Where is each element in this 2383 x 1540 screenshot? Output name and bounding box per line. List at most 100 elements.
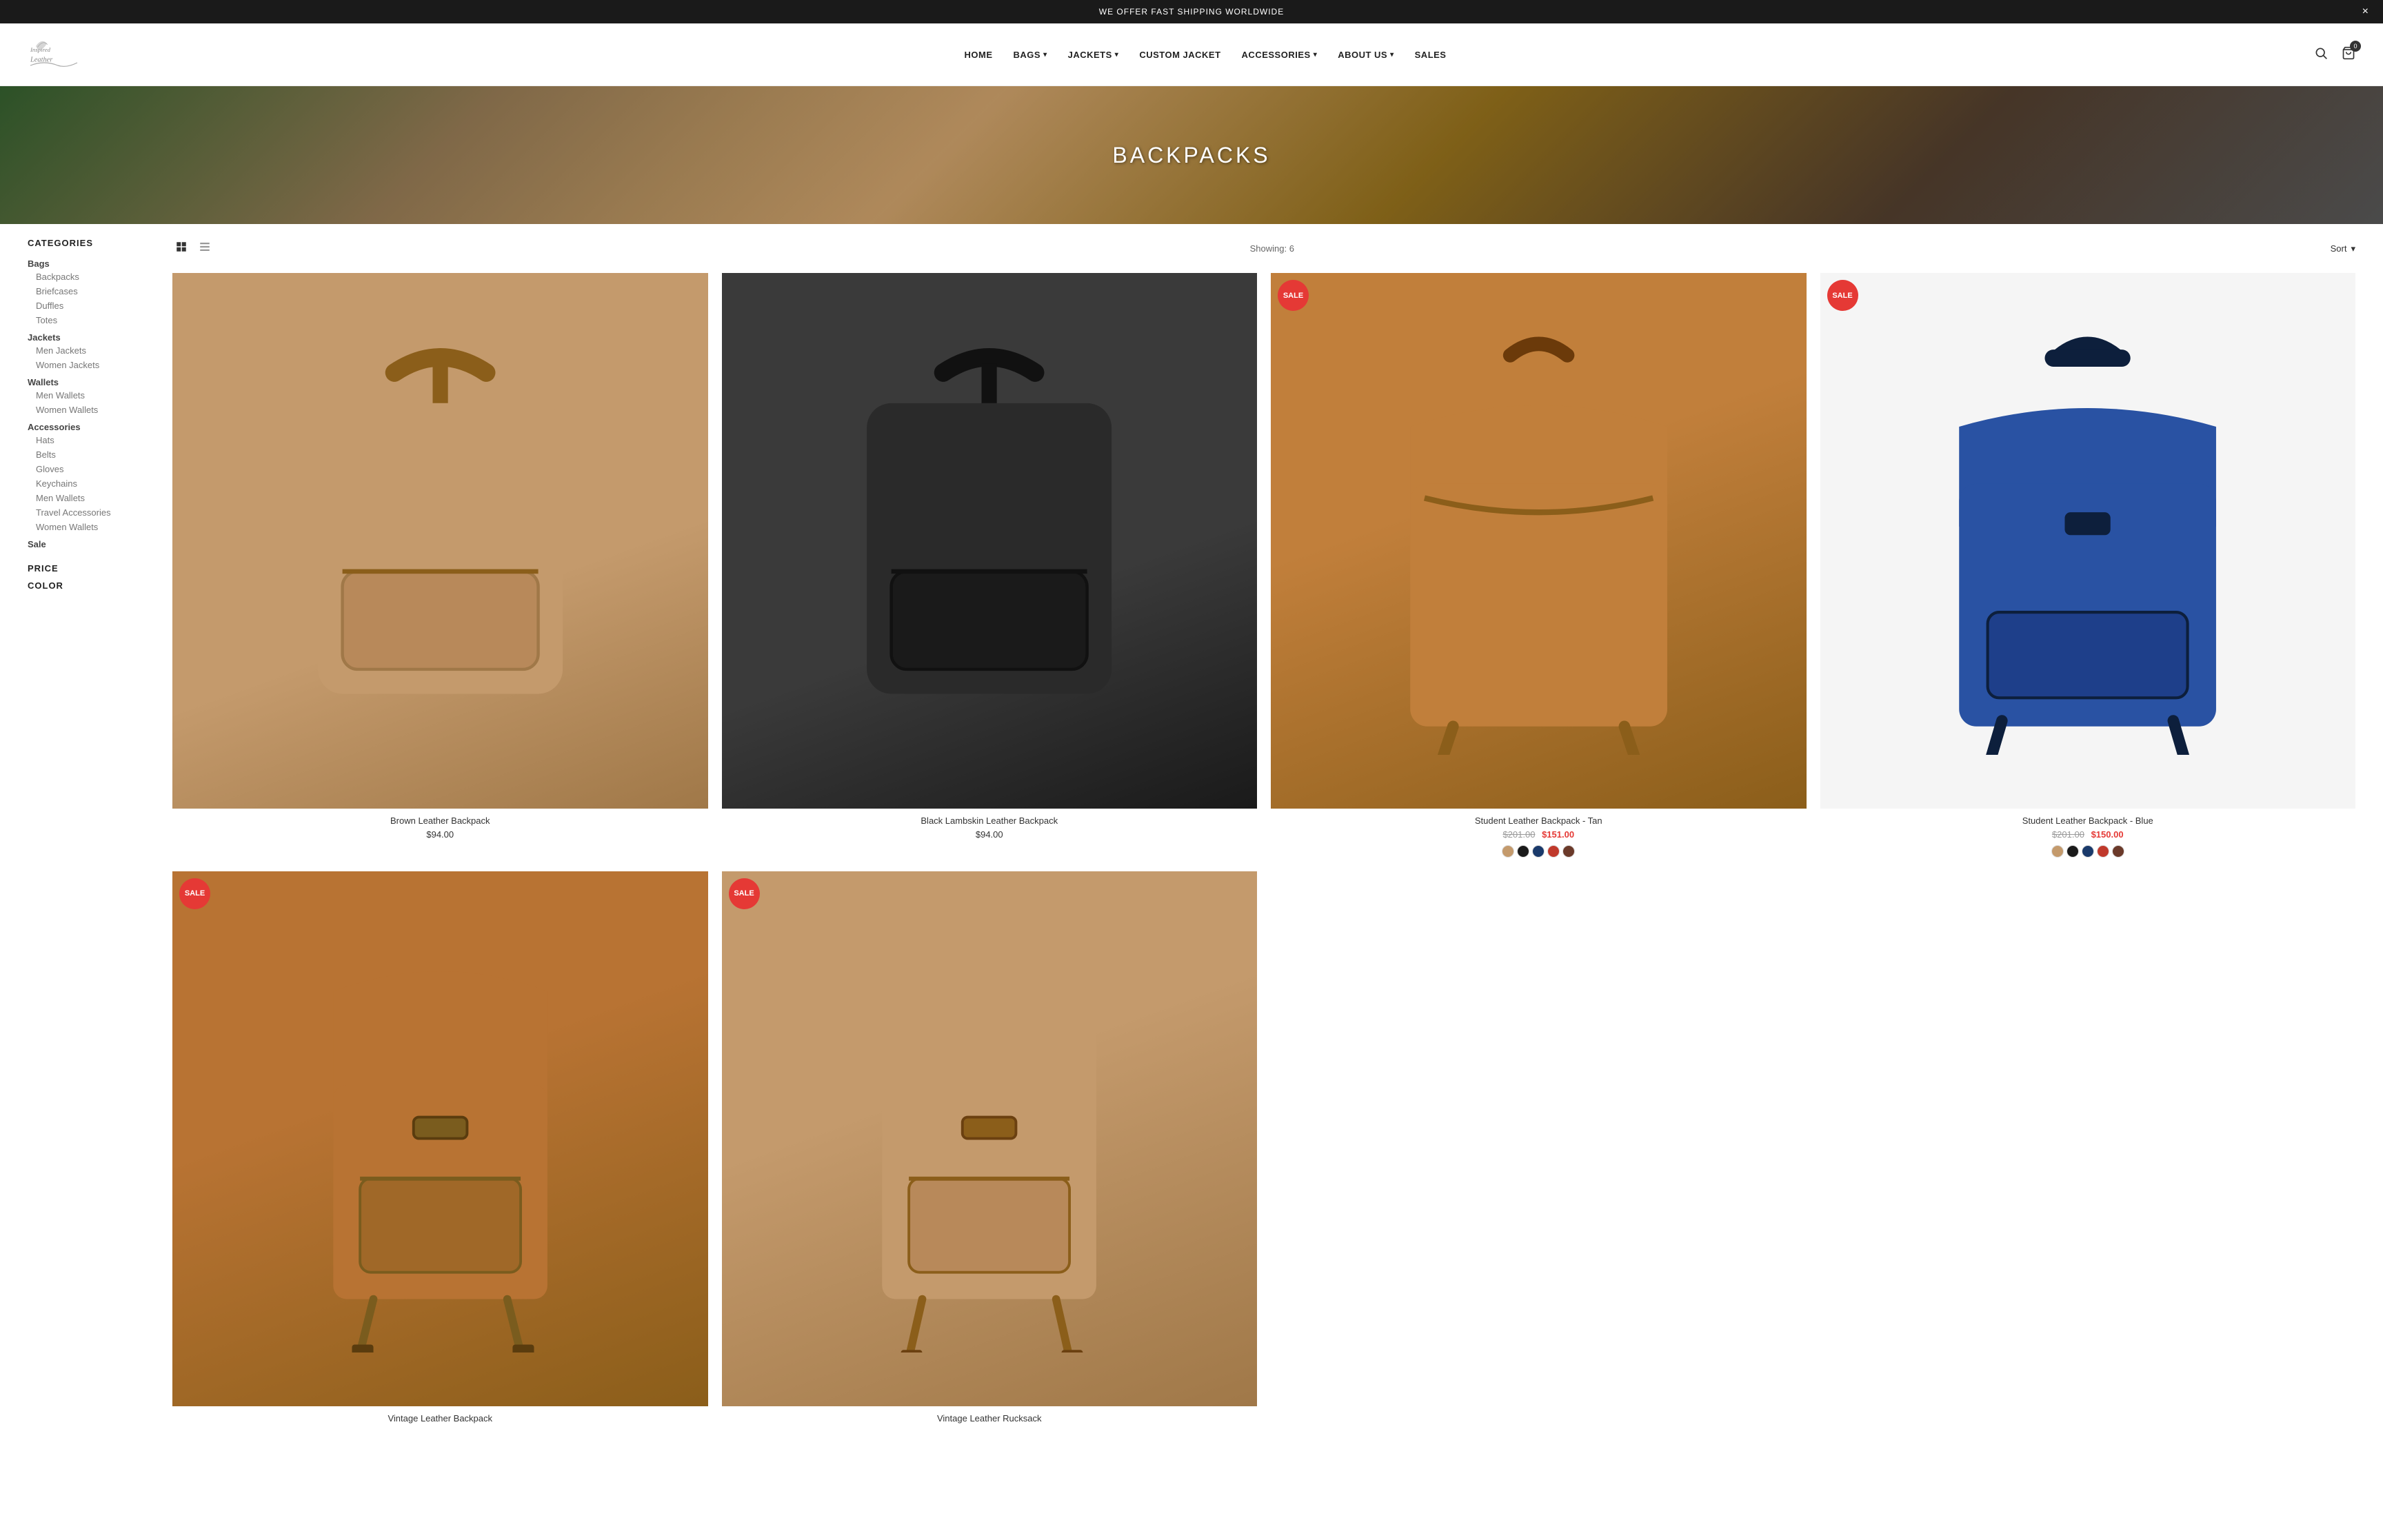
sidebar-item-women-jackets[interactable]: Women Jackets: [28, 360, 152, 370]
list-icon: [199, 241, 211, 253]
swatch-brown[interactable]: [2112, 845, 2124, 858]
nav-accessories[interactable]: ACCESSORIES ▾: [1242, 50, 1318, 60]
swatch-blue[interactable]: [1532, 845, 1545, 858]
swatch-red[interactable]: [2097, 845, 2109, 858]
product-card[interactable]: Brown Leather Backpack $94.00: [172, 273, 708, 858]
color-title: COLOR: [28, 580, 152, 591]
product-image: SALE: [722, 871, 1258, 1407]
product-card[interactable]: SALE: [1820, 273, 2356, 858]
sidebar-item-men-wallets-acc[interactable]: Men Wallets: [28, 493, 152, 503]
original-price: $201.00: [2052, 829, 2084, 840]
product-image-svg: [775, 327, 1203, 755]
accessories-chevron: ▾: [1314, 51, 1318, 59]
product-name: Vintage Leather Backpack: [172, 1413, 708, 1424]
product-card[interactable]: Black Lambskin Leather Backpack $94.00: [722, 273, 1258, 858]
main-content: CATEGORIES Bags Backpacks Briefcases Duf…: [0, 224, 2383, 1441]
categories-list: Bags Backpacks Briefcases Duffles Totes …: [28, 259, 152, 549]
sidebar-item-men-wallets[interactable]: Men Wallets: [28, 390, 152, 401]
products-grid: Brown Leather Backpack $94.00 Black Lamb…: [172, 273, 2355, 1427]
header-icons: 0: [2314, 46, 2355, 63]
sidebar-item-accessories[interactable]: Accessories: [28, 422, 152, 432]
sidebar-item-women-wallets-acc[interactable]: Women Wallets: [28, 522, 152, 532]
jackets-chevron: ▾: [1115, 51, 1119, 59]
announcement-text: WE OFFER FAST SHIPPING WORLDWIDE: [1099, 7, 1284, 17]
sidebar-item-belts[interactable]: Belts: [28, 449, 152, 460]
product-image-svg: [226, 924, 654, 1352]
sale-badge: SALE: [1278, 280, 1309, 311]
product-name: Student Leather Backpack - Blue: [1820, 815, 2356, 826]
sidebar-item-gloves[interactable]: Gloves: [28, 464, 152, 474]
product-name: Black Lambskin Leather Backpack: [722, 815, 1258, 826]
product-price: $201.00 $151.00: [1271, 829, 1807, 840]
product-card[interactable]: SALE Student Leath: [1271, 273, 1807, 858]
header: Inspired Leather HOME BAGS ▾ JACKETS ▾ C…: [0, 23, 2383, 86]
product-price: $201.00 $150.00: [1820, 829, 2356, 840]
sidebar-item-travel-accessories[interactable]: Travel Accessories: [28, 507, 152, 518]
price-title: PRICE: [28, 563, 152, 574]
color-swatches: [1820, 845, 2356, 858]
sidebar-item-backpacks[interactable]: Backpacks: [28, 272, 152, 282]
sidebar-item-briefcases[interactable]: Briefcases: [28, 286, 152, 296]
sidebar-item-men-jackets[interactable]: Men Jackets: [28, 345, 152, 356]
swatch-black[interactable]: [1517, 845, 1529, 858]
search-icon: [2314, 46, 2328, 60]
product-price: $94.00: [172, 829, 708, 840]
product-image: [722, 273, 1258, 809]
sale-badge: SALE: [729, 878, 760, 909]
sort-chevron: ▾: [2351, 243, 2355, 254]
swatch-blue[interactable]: [2082, 845, 2094, 858]
sidebar-item-totes[interactable]: Totes: [28, 315, 152, 325]
sale-price: $150.00: [2091, 829, 2124, 840]
nav-about-us[interactable]: ABOUT US ▾: [1338, 50, 1394, 60]
cart-button[interactable]: 0: [2342, 46, 2355, 63]
nav-jackets[interactable]: JACKETS ▾: [1068, 50, 1119, 60]
swatch-brown[interactable]: [1562, 845, 1575, 858]
sale-badge: SALE: [179, 878, 210, 909]
product-image: SALE: [172, 871, 708, 1407]
announcement-close[interactable]: ×: [2362, 6, 2369, 18]
product-card[interactable]: SALE Vintage Leather Rucksack: [722, 871, 1258, 1428]
sidebar-item-keychains[interactable]: Keychains: [28, 478, 152, 489]
logo[interactable]: Inspired Leather: [28, 34, 97, 75]
grid-view-button[interactable]: [172, 238, 190, 259]
sort-dropdown[interactable]: Sort ▾: [2331, 243, 2355, 254]
sidebar-item-women-wallets[interactable]: Women Wallets: [28, 405, 152, 415]
swatch-tan[interactable]: [2051, 845, 2064, 858]
sidebar-item-wallets[interactable]: Wallets: [28, 377, 152, 387]
sidebar-item-hats[interactable]: Hats: [28, 435, 152, 445]
nav-custom-jacket[interactable]: CUSTOM JACKET: [1139, 50, 1220, 60]
swatch-black[interactable]: [2067, 845, 2079, 858]
main-nav: HOME BAGS ▾ JACKETS ▾ CUSTOM JACKET ACCE…: [965, 50, 1447, 60]
grid-icon: [175, 241, 188, 253]
product-image: SALE: [1820, 273, 2356, 809]
categories-title: CATEGORIES: [28, 238, 152, 248]
products-toolbar: Showing: 6 Sort ▾: [172, 238, 2355, 259]
sidebar-item-duffles[interactable]: Duffles: [28, 301, 152, 311]
swatch-red[interactable]: [1547, 845, 1560, 858]
product-image-svg: [1873, 327, 2302, 755]
products-area: Showing: 6 Sort ▾: [172, 238, 2355, 1427]
product-image: [172, 273, 708, 809]
logo-icon: Inspired Leather: [28, 34, 83, 75]
showing-text: Showing: 6: [1250, 243, 1294, 254]
nav-home[interactable]: HOME: [965, 50, 993, 60]
nav-bags[interactable]: BAGS ▾: [1014, 50, 1047, 60]
product-name: Student Leather Backpack - Tan: [1271, 815, 1807, 826]
product-name: Vintage Leather Rucksack: [722, 1413, 1258, 1424]
about-chevron: ▾: [1390, 51, 1394, 59]
nav-sales[interactable]: SALES: [1415, 50, 1447, 60]
color-swatches: [1271, 845, 1807, 858]
product-price: $94.00: [722, 829, 1258, 840]
hero-title: BACKPACKS: [1112, 143, 1270, 168]
swatch-tan[interactable]: [1502, 845, 1514, 858]
sidebar-item-jackets[interactable]: Jackets: [28, 332, 152, 343]
search-button[interactable]: [2314, 46, 2328, 63]
product-card[interactable]: SALE: [172, 871, 708, 1428]
list-view-button[interactable]: [196, 238, 214, 259]
product-image: SALE: [1271, 273, 1807, 809]
sidebar-item-bags[interactable]: Bags: [28, 259, 152, 269]
sidebar-item-sale[interactable]: Sale: [28, 539, 152, 549]
hero-banner: BACKPACKS: [0, 86, 2383, 224]
product-image-svg: [775, 924, 1203, 1352]
product-name: Brown Leather Backpack: [172, 815, 708, 826]
